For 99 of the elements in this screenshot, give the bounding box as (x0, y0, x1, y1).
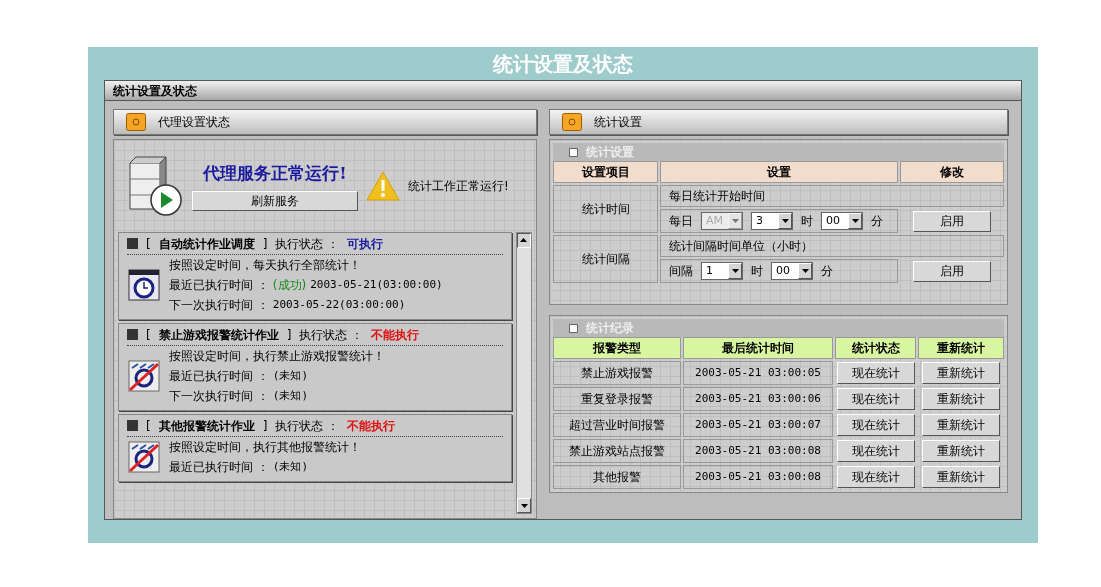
job-status: 不能执行 (371, 326, 420, 344)
job-name: 其他报警统计作业 (158, 417, 255, 435)
alarm-type-cell: 禁止游戏报警 (553, 361, 681, 385)
job-description: 按照设定时间，执行其他报警统计！ (169, 439, 361, 456)
recount-button[interactable]: 重新统计 (922, 440, 1000, 462)
forbidden-icon (128, 360, 160, 392)
scrollbar[interactable] (516, 232, 532, 514)
column-header: 最后统计时间 (683, 337, 833, 359)
time-cell: 2003-05-21 03:00:06 (683, 387, 833, 411)
setting-item: 统计间隔 (553, 235, 658, 283)
bracket: ] (262, 417, 268, 435)
caret-icon (731, 219, 739, 223)
clock-icon (128, 269, 160, 301)
last-run-time: (未知) (272, 458, 309, 475)
status-label: 执行状态 ： (275, 235, 340, 253)
dropdown[interactable]: 1 (701, 262, 743, 280)
square-icon (127, 329, 138, 340)
enable-button[interactable]: 启用 (913, 210, 991, 232)
bracket: ] (286, 326, 292, 344)
unit-label: 每日 (669, 213, 693, 230)
column-header: 统计状态 (835, 337, 916, 359)
time-cell: 2003-05-21 03:00:08 (683, 439, 833, 463)
dropdown[interactable]: 00 (771, 262, 813, 280)
last-run-label: 最近已执行时间 ： (169, 368, 269, 385)
recount-button[interactable]: 重新统计 (922, 466, 1000, 488)
recount-button[interactable]: 重新统计 (922, 388, 1000, 410)
dropdown[interactable]: 00 (821, 212, 863, 230)
last-run-time: 2003-05-21(03:00:00) (310, 276, 443, 293)
unit-label: 分 (871, 213, 883, 230)
refresh-service-button[interactable]: 刷新服务 (192, 190, 358, 211)
bracket: ] (262, 235, 268, 253)
count-now-button[interactable]: 现在统计 (836, 388, 915, 410)
job-description: 按照设定时间，每天执行全部统计！ (169, 257, 362, 274)
last-run-label: 最近已执行时间 ： (169, 277, 269, 294)
unit-label: 分 (821, 263, 833, 280)
enable-button[interactable]: 启用 (913, 260, 991, 282)
panel-icon (562, 113, 582, 131)
last-run-time: (未知) (272, 367, 309, 384)
job-name: 禁止游戏报警统计作业 (158, 326, 279, 344)
square-icon (127, 420, 138, 431)
caret-icon (801, 269, 809, 273)
job-description: 按照设定时间，执行禁止游戏报警统计！ (169, 348, 385, 365)
panel-title: 代理设置状态 (158, 114, 230, 131)
page-title: 统计设置及状态 (491, 50, 634, 78)
run-result: (成功) (272, 277, 307, 294)
section-icon (569, 323, 578, 333)
column-header: 重新统计 (918, 337, 1004, 359)
unit-label: 时 (751, 263, 763, 280)
caret-icon (520, 238, 528, 243)
panel-title: 统计设置 (594, 114, 642, 131)
column-header: 报警类型 (553, 337, 681, 359)
panel-icon (126, 113, 146, 131)
column-header: 修改 (900, 161, 1004, 183)
status-label: 执行状态 ： (275, 417, 340, 435)
dropdown[interactable]: 3 (751, 212, 793, 230)
next-run-time: 2003-05-22(03:00:00) (272, 296, 406, 313)
recount-button[interactable]: 重新统计 (922, 362, 1000, 384)
forbidden-icon (128, 441, 160, 473)
time-cell: 2003-05-21 03:00:08 (683, 465, 833, 489)
warning-icon (366, 171, 400, 201)
job-name: 自动统计作业调度 (158, 235, 255, 253)
bracket: [ (146, 326, 151, 344)
unit-label: 间隔 (669, 263, 693, 280)
count-now-button[interactable]: 现在统计 (836, 362, 915, 384)
column-header: 设置项目 (553, 161, 658, 183)
work-status: 统计工作正常运行! (408, 178, 509, 195)
alarm-type-cell: 其他报警 (553, 465, 681, 489)
recount-button[interactable]: 重新统计 (922, 414, 1000, 436)
caret-icon (520, 503, 528, 508)
alarm-type-cell: 禁止游戏站点报警 (553, 439, 681, 463)
server-icon (126, 155, 184, 217)
alarm-type-cell: 重复登录报警 (553, 387, 681, 411)
next-run-label: 下一次执行时间 ： (169, 388, 269, 405)
next-run-time: (未知) (272, 387, 309, 404)
job-status: 不能执行 (347, 417, 396, 435)
last-run-label: 最近已执行时间 ： (169, 459, 269, 476)
next-run-label: 下一次执行时间 ： (169, 297, 269, 314)
bracket: [ (146, 235, 151, 253)
count-now-button[interactable]: 现在统计 (836, 414, 915, 436)
setting-caption: 统计间隔时间单位（小时） (660, 235, 1004, 257)
count-now-button[interactable]: 现在统计 (836, 440, 915, 462)
service-status: 代理服务正常运行! (203, 162, 347, 186)
section-icon (569, 147, 578, 157)
bracket: [ (146, 417, 151, 435)
caret-icon (731, 269, 739, 273)
window-title: 统计设置及状态 (105, 81, 1021, 101)
setting-caption: 每日统计开始时间 (660, 185, 1004, 207)
status-label: 执行状态 ： (299, 326, 364, 344)
unit-label: 时 (801, 213, 813, 230)
setting-item: 统计时间 (553, 185, 658, 233)
time-cell: 2003-05-21 03:00:05 (683, 361, 833, 385)
alarm-type-cell: 超过营业时间报警 (553, 413, 681, 437)
square-icon (127, 238, 138, 249)
job-status: 可执行 (347, 235, 384, 253)
column-header: 设置 (660, 161, 898, 183)
caret-icon (851, 219, 859, 223)
time-cell: 2003-05-21 03:00:07 (683, 413, 833, 437)
count-now-button[interactable]: 现在统计 (836, 466, 915, 488)
caret-icon (781, 219, 789, 223)
